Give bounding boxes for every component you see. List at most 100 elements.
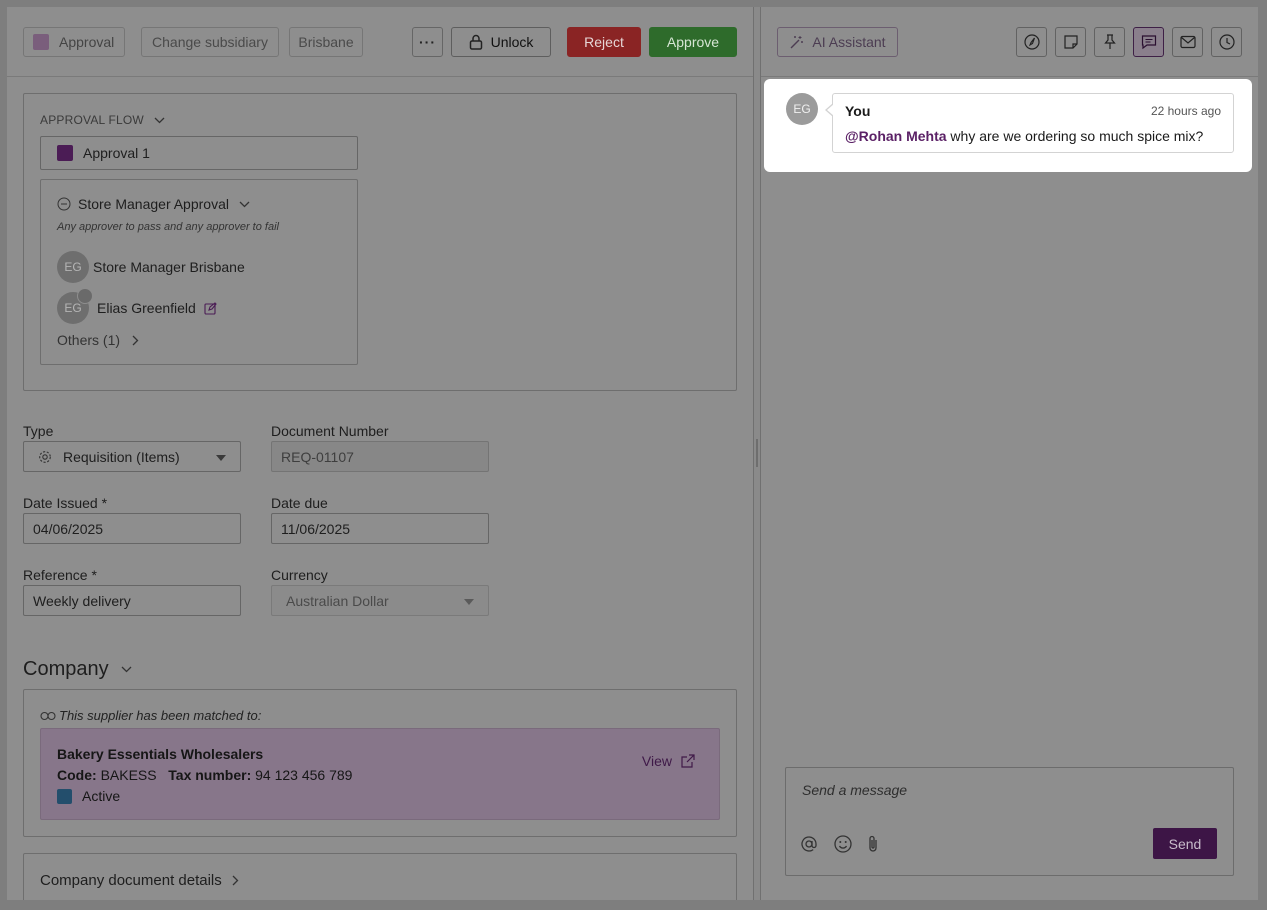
company-panel: This supplier has been matched to: Baker… [23, 689, 737, 837]
document-number-label: Document Number [271, 423, 389, 439]
date-issued-field[interactable]: 04/06/2025 [23, 513, 241, 544]
gear-icon [39, 450, 51, 463]
document-pane: Approval Change subsidiary Brisbane ··· … [7, 7, 753, 900]
approval-step-selector[interactable]: Approval 1 [40, 136, 358, 170]
document-number-field[interactable]: REQ-01107 [271, 441, 489, 472]
notes-button[interactable] [1055, 27, 1086, 57]
type-select[interactable]: Requisition (Items) [23, 441, 241, 472]
comment-thread: EG You 22 hours ago @Rohan Mehta why are… [764, 79, 1252, 172]
approver-row: EG Elias Greenfield [57, 288, 217, 324]
supplier-codes: Code: BAKESS Tax number: 94 123 456 789 [57, 767, 352, 783]
approval-status-button[interactable]: Approval [23, 27, 125, 57]
currency-select[interactable]: Australian Dollar [271, 585, 489, 616]
comment-timestamp: 22 hours ago [1150, 104, 1221, 118]
tax-value: 94 123 456 789 [255, 767, 353, 783]
supplier-status: Active [57, 788, 120, 804]
more-options-button[interactable]: ··· [412, 27, 443, 57]
stage-toggle[interactable]: Store Manager Approval [57, 196, 250, 212]
tax-label: Tax number: [168, 767, 252, 783]
caret-down-icon [464, 599, 474, 605]
approve-button[interactable]: Approve [649, 27, 737, 57]
comments-button[interactable] [1133, 27, 1164, 57]
chevron-down-icon [154, 117, 165, 123]
company-document-details-panel[interactable]: Company document details [23, 853, 737, 900]
ai-assistant-label: AI Assistant [812, 34, 886, 50]
unlock-button[interactable]: Unlock [451, 27, 551, 57]
resize-grip-icon [756, 439, 758, 467]
paperclip-icon[interactable] [866, 834, 880, 854]
approver-row: EG Store Manager Brisbane [57, 251, 245, 283]
caret-down-icon [216, 455, 226, 461]
approval-step-swatch [57, 145, 73, 161]
comment-author: You [845, 103, 871, 119]
message-composer[interactable]: Send a message Send [785, 767, 1234, 876]
chevron-down-icon [239, 201, 250, 207]
currency-value: Australian Dollar [286, 592, 389, 609]
comment-text: why are we ordering so much spice mix? [946, 128, 1204, 144]
location-button[interactable]: Brisbane [289, 27, 363, 57]
comment-body: @Rohan Mehta why are we ordering so much… [845, 128, 1203, 144]
supplier-name: Bakery Essentials Wholesalers [57, 746, 264, 762]
activity-pane: AI Assistant EG You 22 hours ago @Rohan … [761, 7, 1258, 900]
company-document-details-toggle[interactable]: Company document details [40, 872, 239, 889]
type-value: Requisition (Items) [63, 448, 180, 465]
avatar: EG [57, 288, 93, 324]
date-issued-label: Date Issued * [23, 495, 108, 511]
status-label: Active [82, 788, 121, 804]
matched-text: This supplier has been matched to: [59, 708, 262, 723]
reference-field[interactable]: Weekly delivery [23, 585, 241, 616]
edit-icon[interactable] [204, 301, 217, 315]
company-title: Company [23, 658, 109, 680]
comment-mention[interactable]: @Rohan Mehta [845, 128, 947, 144]
history-button[interactable] [1211, 27, 1242, 57]
others-label: Others (1) [57, 332, 121, 348]
comment-icon [1141, 35, 1156, 50]
pane-resize-handle[interactable] [753, 7, 761, 900]
at-sign-icon[interactable] [800, 835, 818, 853]
pin-button[interactable] [1094, 27, 1125, 57]
supplier-match-note: This supplier has been matched to: [40, 708, 261, 723]
avatar: EG [57, 251, 89, 283]
approval-flow-panel: APPROVAL FLOW Approval 1 Store Manager A… [23, 93, 737, 391]
approval-status-label: Approval [59, 34, 115, 50]
avatar-initials: EG [64, 301, 82, 315]
magic-wand-icon [790, 35, 804, 48]
clock-icon [1218, 34, 1235, 50]
emoji-icon[interactable] [833, 834, 853, 854]
send-button[interactable]: Send [1153, 828, 1217, 859]
email-button[interactable] [1172, 27, 1203, 57]
approval-flow-title: APPROVAL FLOW [40, 113, 144, 127]
chevron-down-icon [121, 666, 132, 673]
type-label: Type [23, 423, 54, 439]
minus-circle-icon [57, 197, 71, 211]
approver-name: Store Manager Brisbane [93, 259, 245, 275]
lock-icon [469, 34, 482, 50]
reject-button[interactable]: Reject [567, 27, 641, 57]
message-input[interactable]: Send a message [802, 782, 907, 798]
mail-icon [1179, 35, 1196, 49]
comment-bubble: You 22 hours ago @Rohan Mehta why are we… [825, 93, 1234, 153]
chevron-right-icon [232, 875, 239, 886]
link-icon [40, 711, 56, 720]
approval-stage-card: Store Manager Approval Any approver to p… [40, 179, 358, 365]
date-due-field[interactable]: 11/06/2025 [271, 513, 489, 544]
status-swatch [57, 788, 72, 804]
others-approvers-link[interactable]: Others (1) [57, 332, 139, 348]
currency-label: Currency [271, 567, 328, 583]
supplier-card: Bakery Essentials Wholesalers Code: BAKE… [40, 728, 720, 820]
approver-name: Elias Greenfield [97, 300, 196, 316]
company-section-toggle[interactable]: Company [23, 658, 132, 681]
activity-toolbar: AI Assistant [761, 7, 1258, 77]
view-supplier-link[interactable]: View [642, 753, 695, 769]
ai-assistant-button[interactable]: AI Assistant [777, 27, 898, 57]
approval-step-name: Approval 1 [83, 145, 150, 161]
app-frame: Approval Change subsidiary Brisbane ··· … [7, 7, 1258, 900]
approval-flow-toggle[interactable]: APPROVAL FLOW [40, 113, 165, 127]
date-due-label: Date due [271, 495, 328, 511]
change-subsidiary-button[interactable]: Change subsidiary [141, 27, 279, 57]
view-label: View [641, 753, 672, 769]
external-link-icon [681, 754, 695, 768]
activity-log-button[interactable] [1016, 27, 1047, 57]
composer-tools [800, 834, 880, 854]
chevron-right-icon [132, 335, 139, 345]
